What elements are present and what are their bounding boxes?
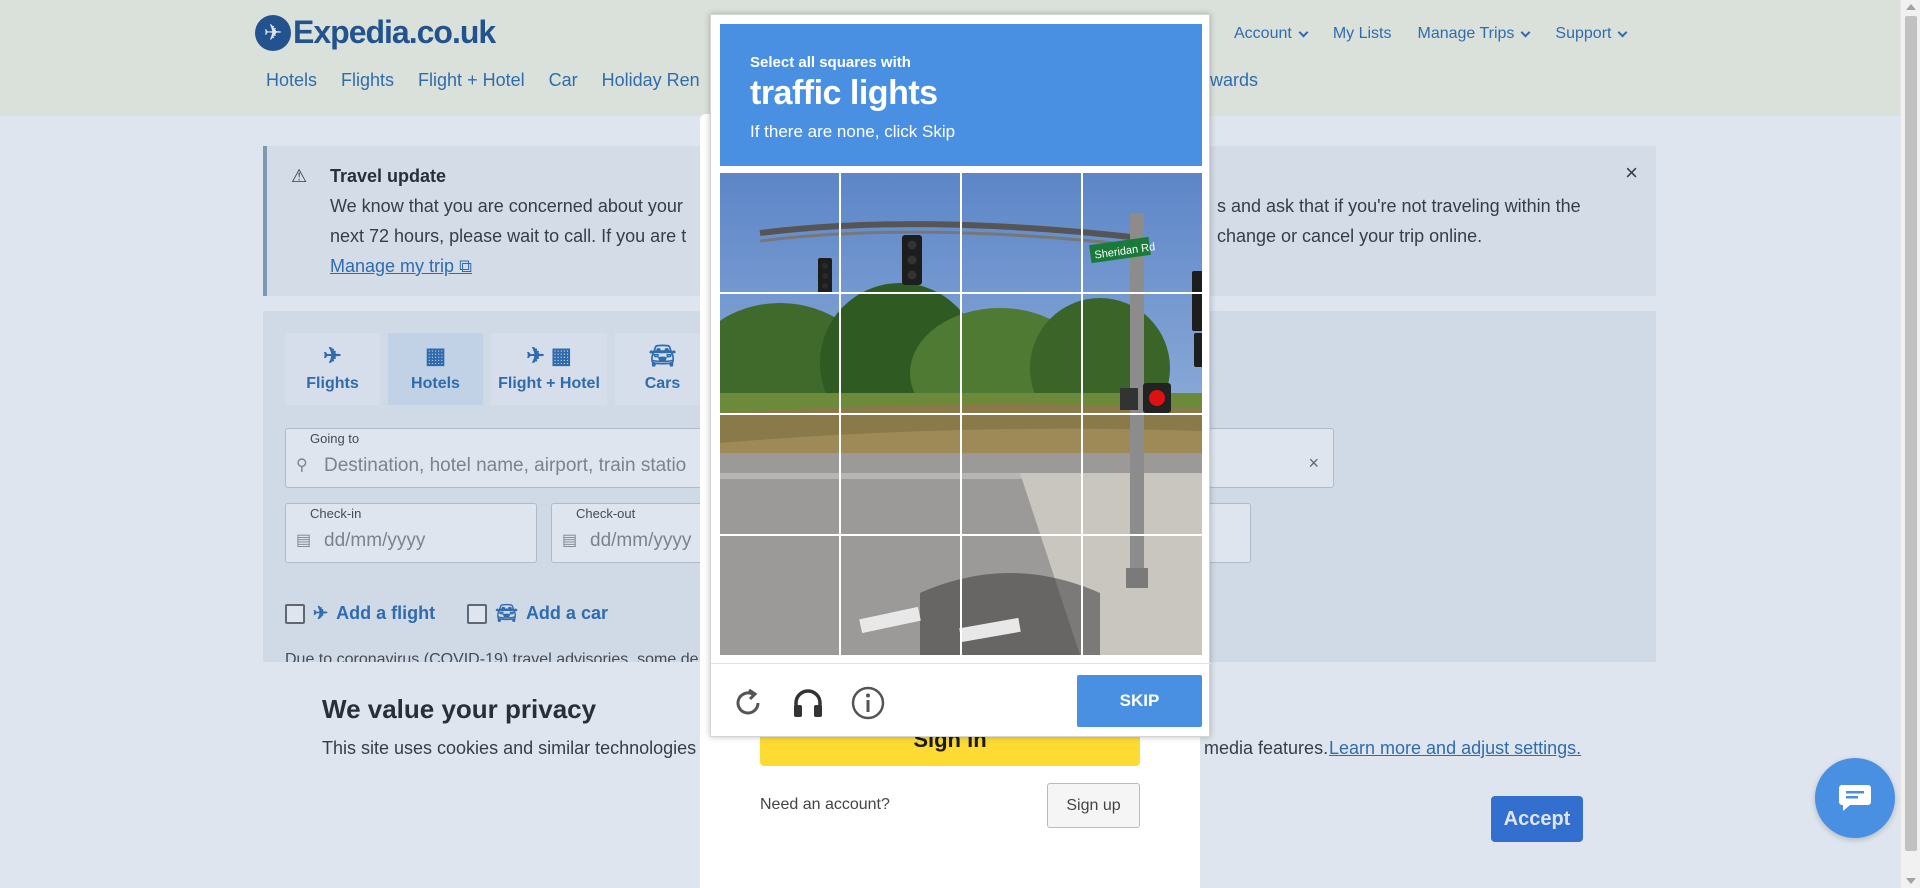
captcha-target-text: traffic lights [750,74,938,112]
need-account-text: Need an account? [760,796,890,813]
street-scene-image: Sheridan Rd [720,173,839,292]
street-scene-image: Sheridan Rd [720,536,839,655]
street-scene-image: Sheridan Rd [841,536,960,655]
scroll-up-arrow-icon[interactable] [1906,4,1916,10]
street-scene-image: Sheridan Rd [841,294,960,413]
street-scene-image: Sheridan Rd [1083,536,1202,655]
captcha-tile[interactable]: Sheridan Rd [962,173,1081,292]
captcha-tile[interactable]: Sheridan Rd [1083,415,1202,534]
street-scene-image: Sheridan Rd [1083,294,1202,413]
scrollbar-thumb[interactable] [1905,16,1917,851]
captcha-tile[interactable]: Sheridan Rd [962,294,1081,413]
captcha-challenge: Select all squares with traffic lights I… [710,14,1211,738]
scroll-down-arrow-icon[interactable] [1906,878,1916,884]
captcha-tile[interactable]: Sheridan Rd [841,415,960,534]
street-scene-image: Sheridan Rd [962,536,1081,655]
chat-button[interactable] [1815,758,1895,838]
captcha-tile[interactable]: Sheridan Rd [841,173,960,292]
info-icon[interactable] [849,684,887,722]
street-scene-image: Sheridan Rd [962,415,1081,534]
captcha-tile[interactable]: Sheridan Rd [1083,173,1202,292]
captcha-tile[interactable]: Sheridan Rd [1083,536,1202,655]
captcha-tile[interactable]: Sheridan Rd [720,294,839,413]
street-scene-image: Sheridan Rd [720,294,839,413]
skip-button[interactable]: SKIP [1077,675,1202,727]
captcha-image-grid: Sheridan RdSheridan RdSheridan RdSherida… [720,173,1202,655]
street-scene-image: Sheridan Rd [841,173,960,292]
captcha-tile[interactable]: Sheridan Rd [962,536,1081,655]
street-scene-image: Sheridan Rd [1083,173,1202,292]
captcha-tile[interactable]: Sheridan Rd [720,415,839,534]
street-scene-image: Sheridan Rd [720,415,839,534]
street-scene-image: Sheridan Rd [962,294,1081,413]
refresh-icon[interactable] [729,684,767,722]
captcha-footer: SKIP [711,663,1211,738]
street-scene-image: Sheridan Rd [1083,415,1202,534]
chat-bubble-icon [1839,785,1871,811]
page-scrollbar[interactable] [1900,0,1920,888]
captcha-tile[interactable]: Sheridan Rd [720,536,839,655]
captcha-tile[interactable]: Sheridan Rd [962,415,1081,534]
captcha-skip-hint: If there are none, click Skip [750,122,956,141]
sign-up-button[interactable]: Sign up [1047,783,1140,828]
captcha-tile[interactable]: Sheridan Rd [841,294,960,413]
audio-headphones-icon[interactable] [789,684,827,722]
street-scene-image: Sheridan Rd [841,415,960,534]
captcha-tile[interactable]: Sheridan Rd [841,536,960,655]
captcha-tile[interactable]: Sheridan Rd [1083,294,1202,413]
captcha-tile[interactable]: Sheridan Rd [720,173,839,292]
captcha-instructions: Select all squares with traffic lights I… [720,24,1202,166]
captcha-instruction-text: Select all squares with [750,54,911,71]
street-scene-image: Sheridan Rd [962,173,1081,292]
